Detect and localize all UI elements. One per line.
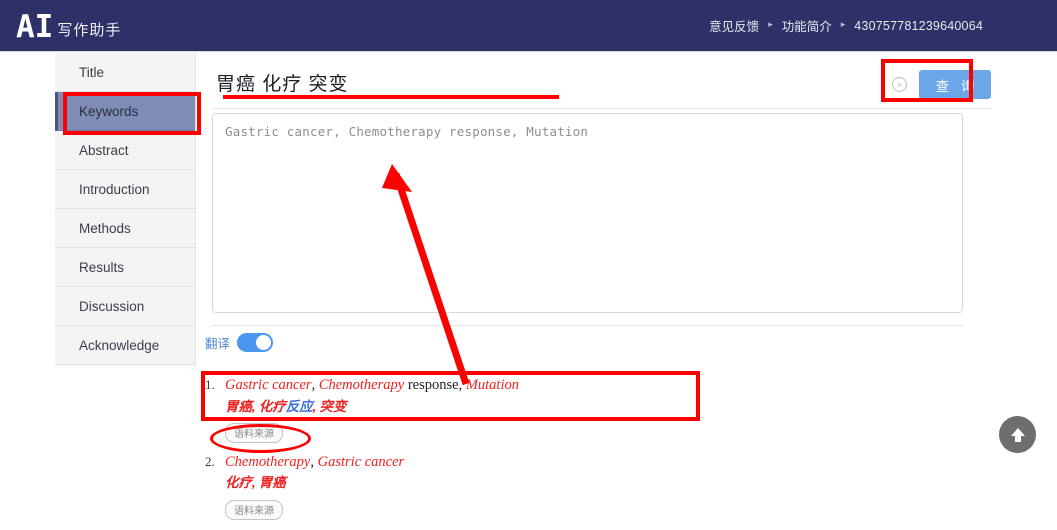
sidebar-item-discussion[interactable]: Discussion bbox=[55, 287, 195, 326]
result-index: 1. bbox=[205, 377, 215, 392]
main-panel: × 查 询 Gastric cancer, Chemotherapy respo… bbox=[196, 53, 1057, 522]
sidebar-item-keywords[interactable]: Keywords bbox=[55, 92, 195, 131]
result-plain: , bbox=[310, 453, 318, 470]
list-item[interactable]: 1. Gastric cancer, Chemotherapy response… bbox=[205, 376, 1005, 443]
sidebar-item-label: Keywords bbox=[79, 103, 139, 119]
result-en-text: Gastric cancer, Chemotherapy response, M… bbox=[225, 376, 1005, 396]
result-cn-text: 化疗, 胃癌 bbox=[225, 473, 1005, 493]
sidebar-item-results[interactable]: Results bbox=[55, 248, 195, 287]
sidebar-item-label: Acknowledge bbox=[79, 337, 160, 353]
sidebar-item-label: Abstract bbox=[79, 142, 129, 158]
sidebar-item-label: Title bbox=[79, 64, 105, 80]
app-header: AI 写作助手 意见反馈 ▸ 功能简介 ▸ 430757781239640064 bbox=[0, 0, 1057, 52]
result-term: Gastric cancer bbox=[225, 377, 312, 393]
sidebar-item-label: Results bbox=[79, 259, 125, 275]
result-cn-part: 胃癌, 化疗 bbox=[225, 398, 286, 414]
sidebar-item-methods[interactable]: Methods bbox=[55, 209, 195, 248]
result-plain: response, bbox=[404, 377, 466, 393]
corpus-source-button[interactable]: 语料来源 bbox=[225, 422, 283, 443]
results-list: 1. Gastric cancer, Chemotherapy response… bbox=[205, 376, 1005, 530]
chevron-right-icon-1: ▸ bbox=[768, 19, 773, 29]
keywords-textarea-box[interactable]: Gastric cancer, Chemotherapy response, M… bbox=[212, 113, 963, 313]
scroll-to-top-button[interactable] bbox=[999, 416, 1036, 453]
sidebar-item-label: Discussion bbox=[79, 298, 145, 314]
search-input[interactable] bbox=[212, 71, 892, 98]
app-logo[interactable]: AI 写作助手 bbox=[16, 9, 122, 45]
search-bar: × 查 询 bbox=[212, 61, 991, 109]
sidebar-item-acknowledge[interactable]: Acknowledge bbox=[55, 326, 195, 365]
query-button[interactable]: 查 询 bbox=[919, 70, 991, 99]
section-divider bbox=[212, 325, 963, 326]
keywords-textarea[interactable]: Gastric cancer, Chemotherapy response, M… bbox=[213, 114, 962, 149]
clear-icon[interactable]: × bbox=[892, 77, 907, 92]
result-cn-part: 化疗, 胃癌 bbox=[225, 475, 286, 491]
result-term: Gastric cancer bbox=[317, 453, 405, 470]
features-link[interactable]: 功能简介 bbox=[782, 16, 832, 35]
corpus-source-button[interactable]: 语料来源 bbox=[225, 499, 283, 520]
up-arrow-icon bbox=[1010, 427, 1025, 442]
result-cn-part-highlight: 反应 bbox=[285, 398, 313, 414]
sidebar-item-introduction[interactable]: Introduction bbox=[55, 170, 195, 209]
result-cn-part: , 突变 bbox=[312, 398, 347, 414]
result-term: Mutation bbox=[465, 377, 519, 393]
logo-ai-text: AI bbox=[16, 9, 54, 45]
translate-label: 翻译 bbox=[205, 337, 231, 351]
translate-toggle-row: 翻译 bbox=[205, 333, 274, 352]
sidebar-item-label: Introduction bbox=[79, 181, 150, 197]
chevron-right-icon-2: ▸ bbox=[840, 19, 846, 29]
result-index: 2. bbox=[205, 453, 215, 469]
logo-subtitle: 写作助手 bbox=[57, 22, 122, 39]
sidebar-item-abstract[interactable]: Abstract bbox=[55, 131, 195, 170]
toggle-knob bbox=[256, 335, 272, 350]
header-nav: 意见反馈 ▸ 功能简介 ▸ 430757781239640064 bbox=[709, 16, 983, 35]
result-plain: , bbox=[311, 377, 319, 393]
list-item[interactable]: 2. Chemotherapy, Gastric cancer 化疗, 胃癌 语… bbox=[205, 453, 1005, 520]
result-cn-text: 胃癌, 化疗反应, 突变 bbox=[225, 397, 1005, 417]
user-id-label[interactable]: 430757781239640064 bbox=[854, 19, 983, 33]
result-en-text: Chemotherapy, Gastric cancer bbox=[225, 453, 1005, 473]
feedback-link[interactable]: 意见反馈 bbox=[709, 16, 759, 35]
result-term: Chemotherapy bbox=[225, 453, 311, 470]
translate-toggle[interactable] bbox=[237, 333, 274, 352]
sidebar-item-label: Methods bbox=[79, 220, 131, 236]
sidebar-item-title[interactable]: Title bbox=[55, 53, 195, 92]
section-sidebar: Title Keywords Abstract Introduction Met… bbox=[55, 53, 196, 366]
result-term: Chemotherapy bbox=[318, 377, 405, 393]
